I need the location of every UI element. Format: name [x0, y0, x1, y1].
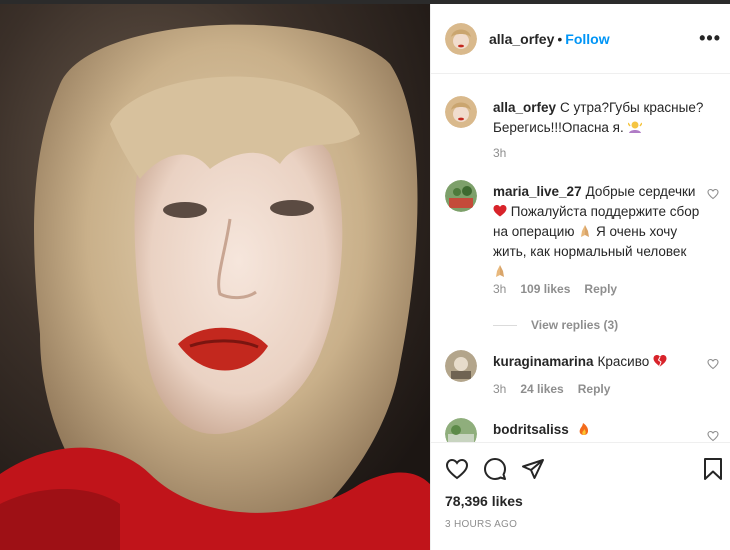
- separator-dot: •: [557, 31, 563, 47]
- post-header: alla_orfey • Follow •••: [431, 4, 730, 74]
- view-replies-button[interactable]: View replies (3): [493, 318, 618, 332]
- reply-button[interactable]: Reply: [584, 282, 617, 296]
- like-comment-heart-icon[interactable]: [707, 188, 719, 200]
- post-actions: 78,396 likes 3 HOURS AGO: [431, 442, 730, 550]
- reply-button[interactable]: Reply: [578, 382, 611, 396]
- comment-text: Красиво: [597, 354, 650, 369]
- posted-time: 3 HOURS AGO: [445, 519, 518, 530]
- view-replies-label: View replies (3): [531, 318, 619, 332]
- comments-list[interactable]: alla_orfey С утра?Губы красные? Берегись!…: [431, 74, 730, 442]
- comment-body: bodritsaliss: [493, 420, 701, 440]
- caption-meta: 3h: [493, 146, 520, 160]
- praying-hands-emoji-icon: [496, 265, 504, 277]
- post-photo[interactable]: [0, 4, 430, 550]
- commenter-avatar[interactable]: [445, 350, 477, 382]
- share-icon[interactable]: [521, 457, 545, 481]
- caption-time: 3h: [493, 146, 507, 160]
- bookmark-icon[interactable]: [701, 457, 725, 481]
- comment-time: 3h: [493, 282, 507, 296]
- comment-text-1: Добрые сердечки: [585, 184, 696, 199]
- comment-item: maria_live_27 Добрые сердечки Пожалуйста …: [445, 180, 719, 332]
- heart-icon[interactable]: [445, 457, 469, 481]
- comment-time: 3h: [493, 382, 507, 396]
- comment-meta: 3h 24 likes Reply: [493, 382, 624, 396]
- comment-username[interactable]: kuraginamarina: [493, 354, 594, 369]
- comment-meta: 3h 109 likes Reply: [493, 282, 631, 296]
- comment-username[interactable]: maria_live_27: [493, 184, 582, 199]
- broken-heart-emoji-icon: [653, 355, 667, 367]
- author-avatar[interactable]: [445, 23, 477, 55]
- praying-hands-emoji-icon: [581, 225, 590, 237]
- comment-item: bodritsaliss: [445, 418, 719, 442]
- commenter-avatar[interactable]: [445, 418, 477, 442]
- likes-count[interactable]: 78,396 likes: [445, 493, 523, 509]
- comment-likes[interactable]: 109 likes: [520, 282, 570, 296]
- post-sidebar: alla_orfey • Follow ••• alla_orfey С утра?Г…: [430, 4, 730, 550]
- author-line: alla_orfey • Follow: [489, 31, 610, 47]
- divider-line: [493, 325, 517, 327]
- author-username[interactable]: alla_orfey: [489, 31, 554, 47]
- comment-body: kuraginamarina Красиво: [493, 352, 701, 372]
- comment-username[interactable]: bodritsaliss: [493, 422, 569, 437]
- more-options-icon[interactable]: •••: [699, 28, 721, 49]
- comment-body: maria_live_27 Добрые сердечки Пожалуйста …: [493, 182, 701, 282]
- caption: alla_orfey С утра?Губы красные? Берегись!…: [445, 96, 719, 166]
- caption-username[interactable]: alla_orfey: [493, 100, 556, 115]
- follow-button[interactable]: Follow: [565, 31, 609, 47]
- portrait-image: [0, 4, 430, 550]
- like-comment-heart-icon[interactable]: [707, 430, 719, 442]
- comment-icon[interactable]: [483, 457, 507, 481]
- comment-likes[interactable]: 24 likes: [520, 382, 563, 396]
- shrug-emoji-icon: [627, 121, 642, 133]
- red-heart-emoji-icon: [493, 205, 507, 217]
- caption-body: alla_orfey С утра?Губы красные? Берегись!…: [493, 98, 713, 138]
- comment-item: kuraginamarina Красиво 3h 24 likes Reply: [445, 350, 719, 400]
- caption-avatar[interactable]: [445, 96, 477, 128]
- fire-emoji-icon: [579, 423, 588, 435]
- like-comment-heart-icon[interactable]: [707, 358, 719, 370]
- commenter-avatar[interactable]: [445, 180, 477, 212]
